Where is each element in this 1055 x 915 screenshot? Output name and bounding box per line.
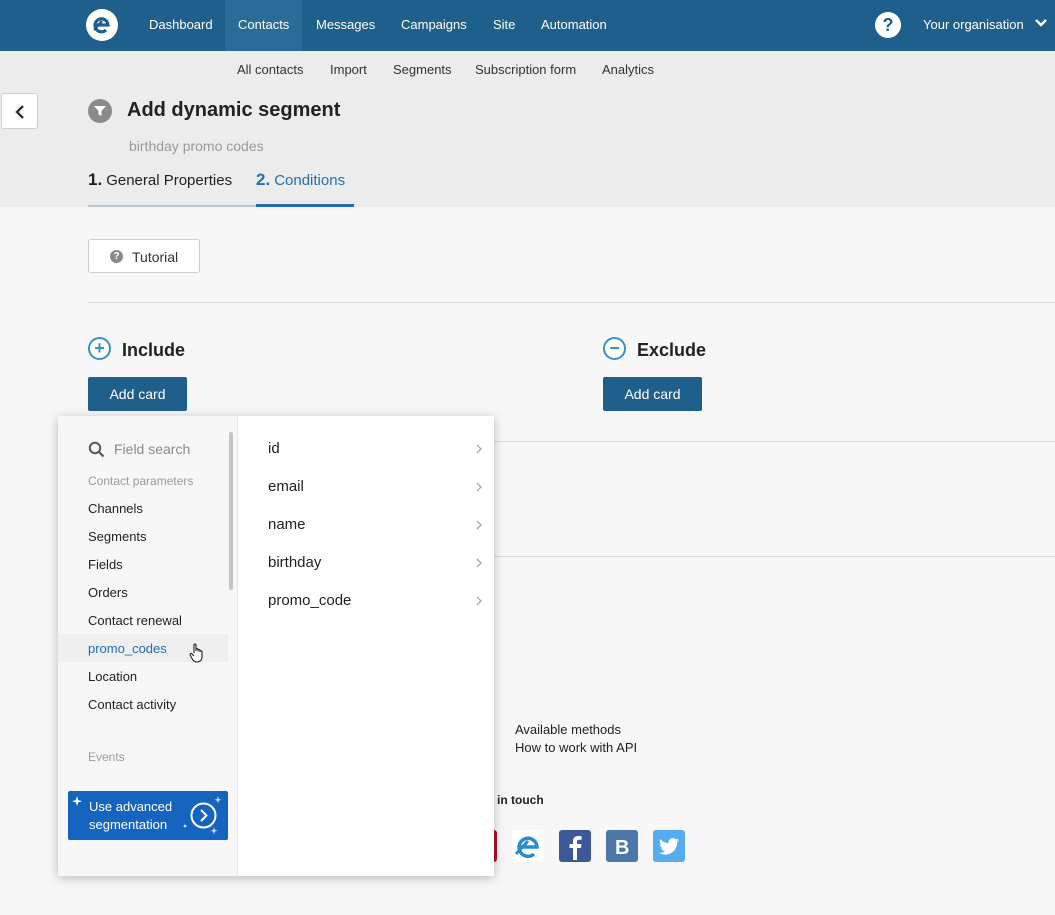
category-promo-codes[interactable]: promo_codes: [88, 641, 167, 656]
svg-text:B: B: [615, 837, 629, 859]
chevron-right-icon: [476, 444, 482, 454]
field-name-row[interactable]: name: [268, 507, 483, 545]
org-menu[interactable]: Your organisation: [923, 0, 1024, 51]
chevron-right-icon: [476, 482, 482, 492]
field-name: birthday: [268, 554, 322, 571]
field-promo-code[interactable]: promo_code: [268, 583, 483, 621]
plus-circle-icon: +: [88, 337, 111, 360]
twitter-icon[interactable]: [653, 830, 685, 862]
nav-contacts[interactable]: Contacts: [225, 0, 303, 51]
group-events: Events: [88, 750, 125, 764]
category-contact-activity[interactable]: Contact activity: [88, 697, 176, 712]
advanced-segmentation-button[interactable]: Use advanced segmentation: [68, 791, 228, 840]
category-location[interactable]: Location: [88, 669, 137, 684]
nav-dashboard[interactable]: Dashboard: [136, 0, 226, 51]
step-number: 1.: [88, 170, 103, 189]
include-add-card-button[interactable]: Add card: [88, 377, 187, 411]
category-panel: Contact parameters Channels Segments Fie…: [58, 416, 238, 876]
footer-link-api[interactable]: How to work with API: [515, 740, 637, 755]
field-name: id: [268, 440, 280, 457]
nav-automation[interactable]: Automation: [528, 0, 620, 51]
get-in-touch-heading: in touch: [497, 793, 544, 807]
scrollbar[interactable]: [229, 432, 233, 590]
facebook-icon[interactable]: [559, 830, 591, 862]
logo-icon[interactable]: [86, 9, 118, 41]
category-orders[interactable]: Orders: [88, 585, 128, 600]
page-title: Add dynamic segment: [127, 99, 341, 121]
category-segments[interactable]: Segments: [88, 529, 147, 544]
footer-link-available-methods[interactable]: Available methods: [515, 722, 621, 737]
nav-messages[interactable]: Messages: [303, 0, 388, 51]
search-icon: [88, 441, 105, 458]
chevron-right-icon: [476, 520, 482, 530]
tab-general-properties[interactable]: 1. General Properties: [88, 170, 256, 207]
chevron-down-icon[interactable]: [1034, 18, 1048, 28]
field-picker-dropdown: Contact parameters Channels Segments Fie…: [58, 416, 494, 876]
tab-conditions[interactable]: 2. Conditions: [256, 170, 354, 207]
field-name: email: [268, 478, 304, 495]
back-button[interactable]: [1, 93, 38, 129]
funnel-icon: [88, 99, 112, 123]
vk-icon[interactable]: B: [606, 830, 638, 862]
step-label: Conditions: [274, 172, 346, 189]
field-search-input[interactable]: [114, 439, 224, 459]
field-email[interactable]: email: [268, 469, 483, 507]
field-birthday[interactable]: birthday: [268, 545, 483, 583]
group-contact-parameters: Contact parameters: [88, 474, 194, 488]
subnav-all-contacts[interactable]: All contacts: [237, 62, 303, 77]
category-channels[interactable]: Channels: [88, 501, 143, 516]
field-id[interactable]: id: [268, 431, 483, 469]
include-label: Include: [122, 340, 186, 360]
subnav-analytics[interactable]: Analytics: [602, 62, 654, 77]
chevron-right-icon: [476, 596, 482, 606]
field-name: promo_code: [268, 592, 352, 609]
step-label: General Properties: [106, 172, 233, 189]
top-navbar: Dashboard Contacts Messages Campaigns Si…: [0, 0, 1055, 51]
advanced-segmentation-label: Use advanced segmentation: [89, 799, 173, 832]
category-fields[interactable]: Fields: [88, 557, 123, 572]
step-number: 2.: [256, 170, 271, 189]
segment-name: birthday promo codes: [129, 138, 264, 154]
nav-campaigns[interactable]: Campaigns: [388, 0, 480, 51]
exclude-add-card-button[interactable]: Add card: [603, 377, 702, 411]
divider: [88, 302, 1055, 303]
subnav-subscription-form[interactable]: Subscription form: [475, 62, 576, 77]
subnav-import[interactable]: Import: [330, 62, 367, 77]
field-name: name: [268, 516, 306, 533]
exclude-label: Exclude: [637, 340, 707, 360]
help-icon[interactable]: ?: [875, 12, 901, 38]
minus-circle-icon: −: [603, 337, 626, 360]
category-contact-renewal[interactable]: Contact renewal: [88, 613, 182, 628]
nav-site[interactable]: Site: [480, 0, 528, 51]
tutorial-button[interactable]: ? Tutorial: [88, 239, 200, 273]
tutorial-label: Tutorial: [132, 249, 179, 265]
esputnik-social-icon[interactable]: [512, 830, 544, 862]
subnav-segments[interactable]: Segments: [393, 62, 452, 77]
chevron-right-icon: [476, 558, 482, 568]
hand-cursor-icon: [189, 643, 203, 663]
chevron-left-icon: [15, 105, 24, 119]
question-icon: ?: [110, 250, 123, 263]
